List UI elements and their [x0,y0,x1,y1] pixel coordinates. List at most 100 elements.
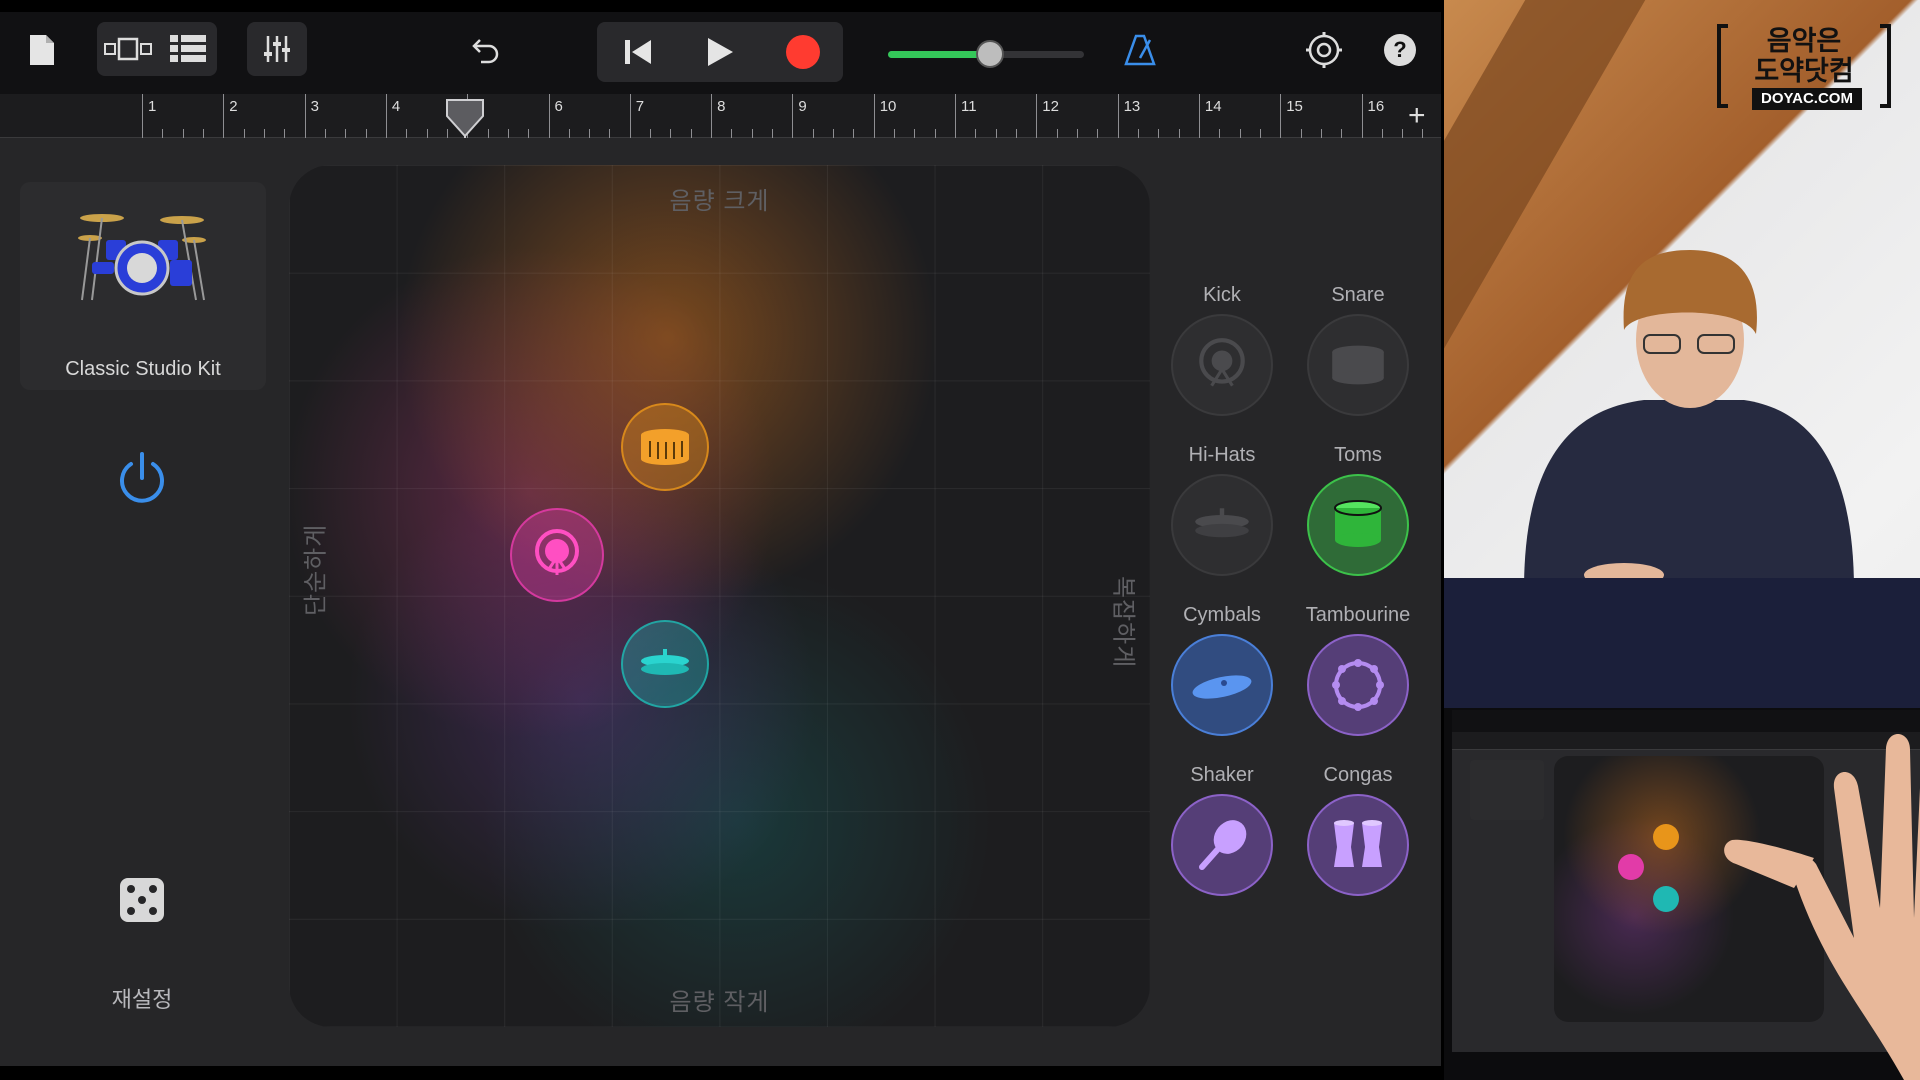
play-icon[interactable] [682,24,758,80]
cymbal-icon [1192,675,1252,699]
instrument-toms[interactable]: Toms [1288,440,1428,576]
ruler-tick [1381,129,1383,138]
kit-name-label: Classic Studio Kit [65,358,221,380]
ruler-bar-number: 16 [1367,98,1385,115]
axis-complex-label: 복잡하게 [1109,576,1144,668]
instrument-kick[interactable]: Kick [1152,280,1292,416]
ruler-tick [365,129,367,138]
snare-toggle[interactable] [1307,314,1409,416]
mixer-icon[interactable] [247,22,307,76]
ruler-bar-line [629,94,631,138]
ruler-tick [284,129,286,138]
add-section-button[interactable]: + [1408,101,1426,131]
doyac-logo: 음악은 도약닷컴 DOYAC.COM [1716,24,1892,116]
ruler-tick [772,129,774,138]
conga-icon [1334,820,1382,867]
ruler-bar-line [955,94,956,138]
instrument-label: Congas [1323,764,1393,786]
ruler-bar-line [1361,94,1363,138]
hand-figure [1724,733,1920,1080]
ruler-tick [1320,129,1322,138]
ruler-bar-number: 1 [148,98,157,115]
instrument-label: Kick [1203,284,1241,306]
ruler-bar-number: 10 [879,98,897,115]
ruler-bar-number: 7 [635,98,645,115]
settings-icon[interactable] [1300,26,1348,74]
timeline-ruler[interactable]: 12345678910111213141516 + [0,94,1441,138]
record-icon[interactable] [765,24,841,80]
ruler-bar-number: 8 [717,98,726,115]
hihat-icon [641,649,689,675]
tom-drum-icon [1334,500,1382,547]
undo-icon[interactable] [462,26,510,74]
ruler-bars: 12345678910111213141516 [142,94,1424,138]
ruler-tick [833,129,835,138]
ruler-tick [487,129,489,138]
axis-loud-label: 음량 크게 [669,188,770,215]
help-label: ? [1384,34,1416,66]
ruler-tick [975,129,977,138]
ruler-tick [1402,129,1404,138]
xy-beat-pad[interactable]: 음량 크게 음량 작게 단순하게 복잡하게 [289,165,1150,1027]
tambourine-toggle[interactable] [1307,634,1409,736]
hihat-puck[interactable] [621,620,709,708]
instrument-congas[interactable]: Congas [1288,760,1428,896]
ruler-tick [202,129,204,138]
ruler-bar-number: 6 [554,98,563,115]
kick-toggle[interactable] [1171,314,1273,416]
ruler-tick [690,129,692,138]
volume-slider[interactable] [888,40,1084,68]
cymbals-toggle[interactable] [1171,634,1273,736]
ruler-tick [751,129,753,138]
document-icon[interactable] [24,28,60,72]
snare-puck[interactable] [621,403,709,491]
tambourine-icon [1332,659,1384,711]
axis-soft-label: 음량 작게 [669,989,770,1016]
ruler-tick [1076,129,1078,138]
instrument-label: Hi-Hats [1188,444,1256,466]
top-toolbar: ? [0,12,1441,94]
tracks-list-icon[interactable] [160,24,216,74]
ruler-tick [1259,129,1261,138]
track-view-icon[interactable] [100,24,156,74]
help-icon[interactable]: ? [1376,26,1424,74]
dice-icon[interactable] [118,876,166,924]
kick-puck[interactable] [510,508,604,602]
axis-simple-label: 단순하게 [296,524,331,616]
instrument-hihats[interactable]: Hi-Hats [1152,440,1292,576]
tablet-closeup [1444,708,1920,1080]
rewind-icon[interactable] [600,24,676,80]
shaker-toggle[interactable] [1171,794,1273,896]
ruler-tick [1137,129,1139,138]
ruler-tick [568,129,570,138]
instrument-snare[interactable]: Snare [1288,280,1428,416]
ruler-tick [162,129,164,138]
congas-toggle[interactable] [1307,794,1409,896]
ruler-bar-line [711,94,713,138]
ruler-tick [345,129,347,138]
ruler-tick [853,129,855,138]
instructor-video: 음악은 도약닷컴 DOYAC.COM [1444,0,1920,1080]
instrument-cymbals[interactable]: Cymbals [1152,600,1292,736]
ruler-bar-line [1117,94,1119,138]
snare-drum-icon [641,429,689,465]
instrument-shaker[interactable]: Shaker [1152,760,1292,896]
ruler-bar-line [873,94,875,138]
garageband-window: ? 12345678910111213141516 + Classic Stud… [0,12,1441,1066]
kick-drum-icon [1199,338,1245,387]
instrument-tambourine[interactable]: Tambourine [1288,600,1428,736]
ruler-tick [1341,129,1343,138]
reset-button[interactable]: 재설정 [82,982,202,1014]
playhead-icon[interactable] [445,98,485,143]
ruler-bar-line [385,94,387,138]
volume-slider-knob[interactable] [975,40,1004,68]
ruler-bar-line [1036,94,1038,138]
kick-drum-icon [535,529,579,575]
toms-toggle[interactable] [1307,474,1409,576]
metronome-icon[interactable] [1116,26,1164,74]
drum-kit-selector[interactable]: Classic Studio Kit [20,182,266,390]
ruler-tick [507,129,509,138]
hihats-toggle[interactable] [1171,474,1273,576]
power-icon[interactable] [112,448,172,508]
ruler-tick [731,129,733,138]
